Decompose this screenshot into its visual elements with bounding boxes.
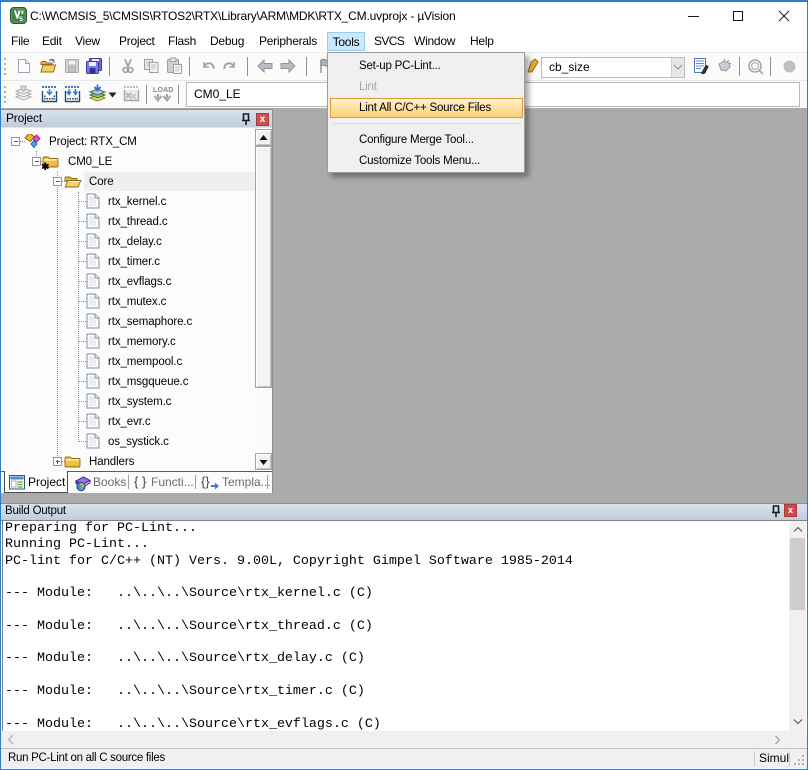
svg-text:5: 5 — [19, 16, 23, 23]
svg-text:✱: ✱ — [42, 162, 50, 170]
svg-text:LOAD: LOAD — [153, 87, 174, 94]
svg-text:?: ? — [79, 482, 84, 492]
